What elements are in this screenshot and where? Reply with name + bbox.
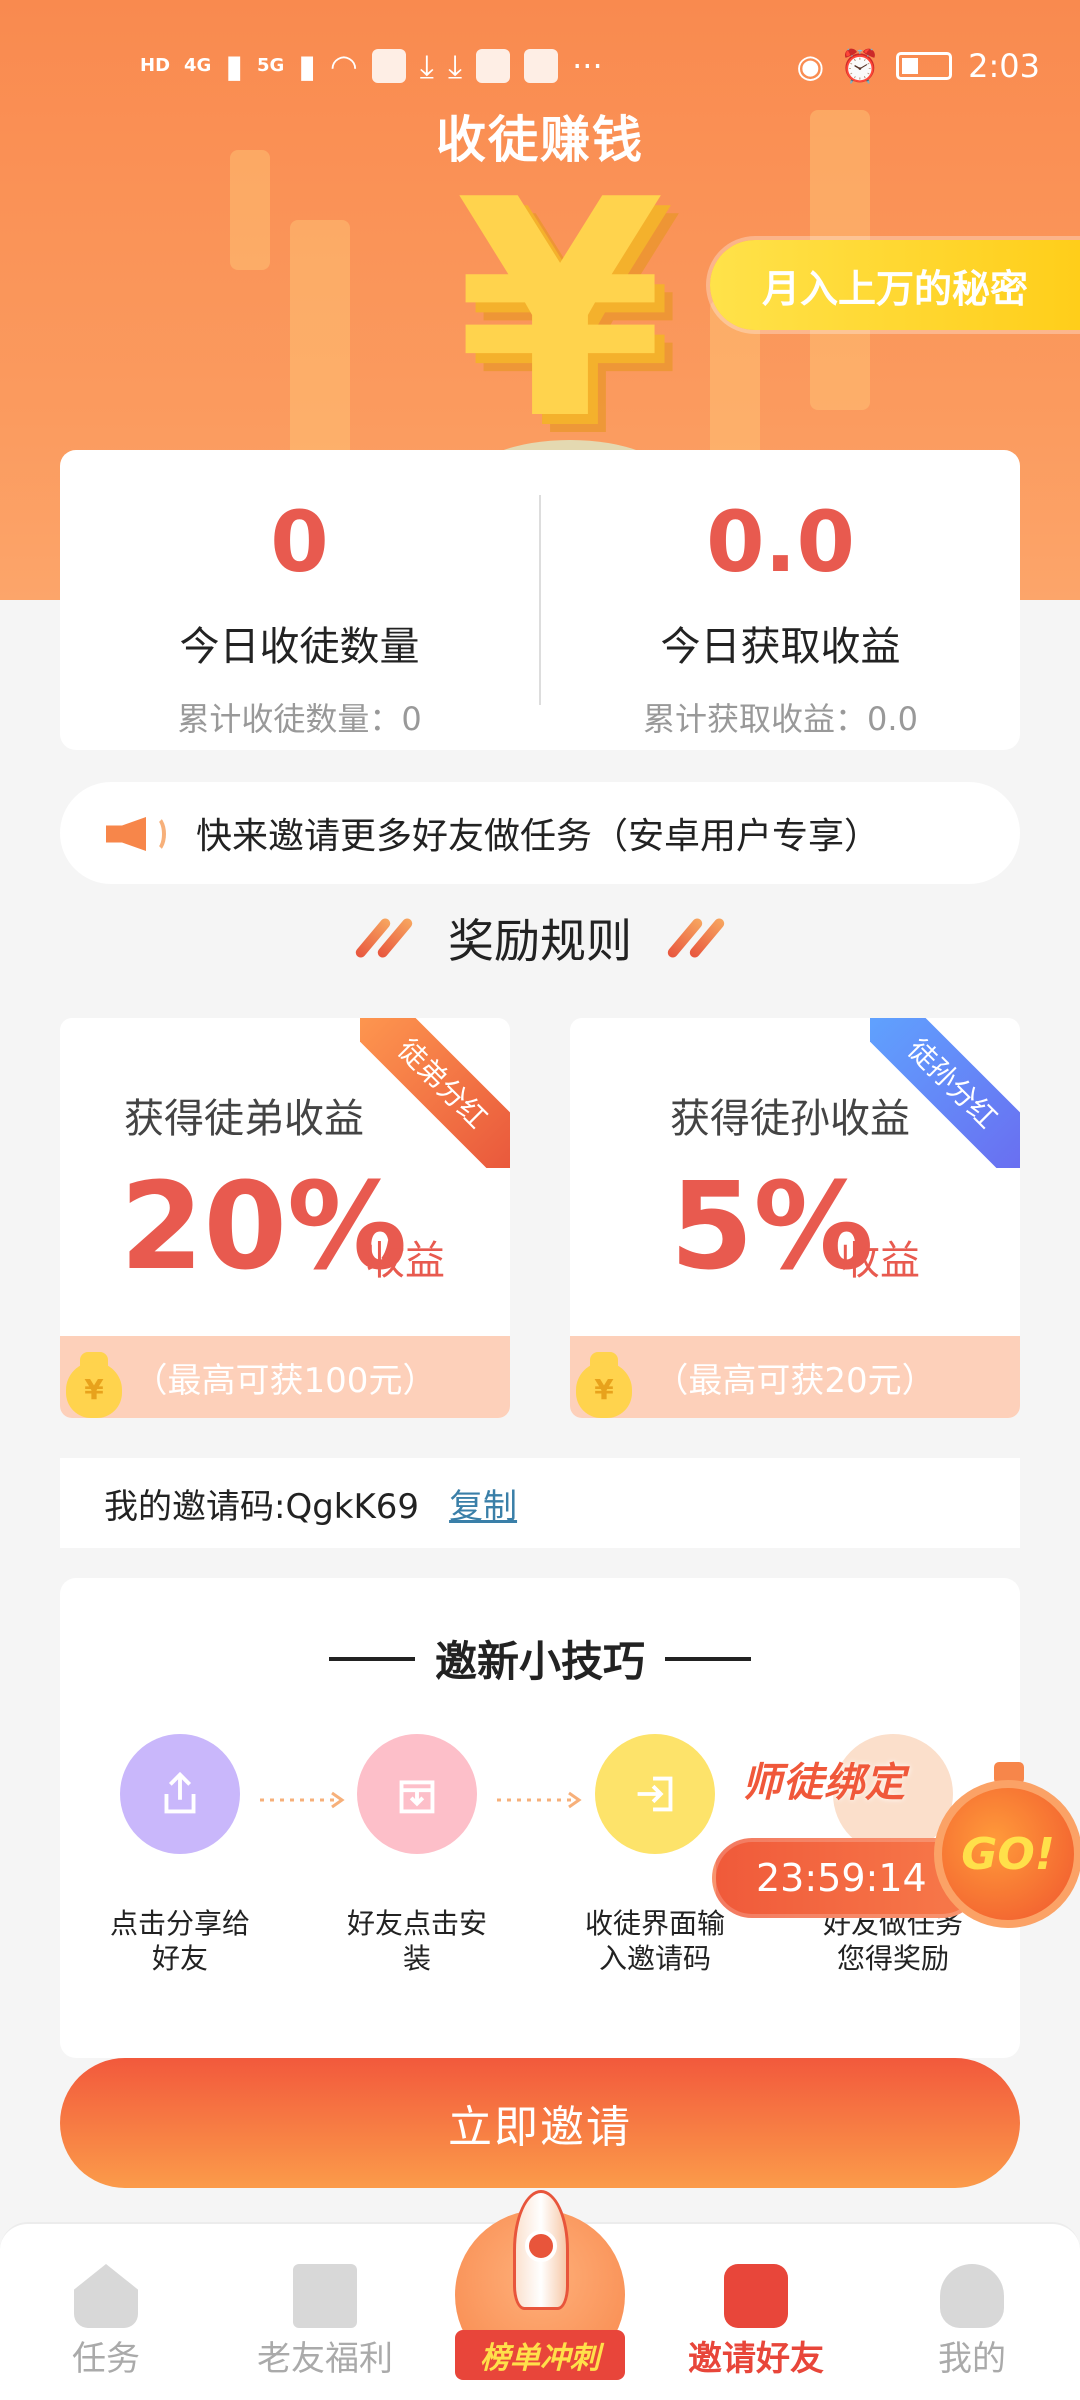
app-notification-icon bbox=[476, 49, 511, 83]
tip-label-line: 装 bbox=[402, 1942, 431, 1975]
earnings-stats: 0.0 今日获取收益 累计获取收益：0.0 bbox=[541, 450, 1020, 750]
tip-label-line: 好友点击安 bbox=[346, 1907, 487, 1940]
reward-footer: ¥ （最高可获20元） bbox=[570, 1336, 1020, 1418]
invite-code-text: 我的邀请码:QgkK69 bbox=[104, 1486, 420, 1527]
yen-symbol-illustration: ¥ bbox=[455, 135, 665, 485]
app-notification-icon bbox=[524, 49, 559, 83]
tips-heading: 邀新小技巧 bbox=[60, 1628, 1020, 1689]
total-earnings: 累计获取收益：0.0 bbox=[643, 700, 918, 738]
status-time: 2:03 bbox=[968, 47, 1040, 85]
tip-step: 好友点击安 装 bbox=[317, 1734, 517, 1976]
signal-icon: ▮ bbox=[298, 47, 316, 85]
total-apprentices: 累计收徒数量：0 bbox=[177, 700, 422, 738]
status-bar: HD 4G ▮ 5G ▮ ◠ ⤓ ⤓ ··· ◉ ⏰ 2:03 bbox=[0, 36, 1080, 96]
slash-decor-icon bbox=[662, 916, 730, 960]
apprentice-stats: 0 今日收徒数量 累计收徒数量：0 bbox=[60, 450, 539, 750]
more-notifications: ··· bbox=[572, 47, 603, 85]
network-5g: 5G bbox=[256, 55, 285, 76]
rules-heading: 奖励规则 bbox=[0, 905, 1080, 971]
signal-icon: ▮ bbox=[225, 47, 243, 85]
reward-unit: 收益 bbox=[840, 1238, 920, 1284]
reward-footer: ¥ （最高可获100元） bbox=[60, 1336, 510, 1418]
ranking-sprint-label: 榜单冲刺 bbox=[455, 2330, 625, 2380]
rocket-window bbox=[525, 2230, 557, 2262]
download-icon: ⤓ bbox=[419, 46, 434, 85]
slash-decor-icon bbox=[350, 916, 418, 960]
envelope-heart-icon bbox=[724, 2264, 788, 2328]
alarm-icon: ⏰ bbox=[840, 47, 881, 85]
install-icon bbox=[357, 1734, 477, 1854]
tip-label: 点击分享给 好友 bbox=[80, 1906, 280, 1976]
wifi-icon: ◠ bbox=[329, 47, 358, 85]
eye-icon: ◉ bbox=[796, 47, 825, 85]
nav-label: 任务 bbox=[72, 2339, 140, 2379]
bind-master-tag: 师徒绑定 bbox=[742, 1760, 906, 1806]
moneybag-icon: ¥ bbox=[576, 1348, 636, 1418]
heading-line bbox=[665, 1656, 751, 1661]
hd-indicator: HD bbox=[140, 55, 171, 76]
copy-button[interactable]: 复制 bbox=[449, 1479, 517, 1528]
reward-title: 获得徒弟收益 bbox=[124, 1096, 364, 1142]
user-icon bbox=[940, 2264, 1004, 2328]
page-title: 收徒赚钱 bbox=[436, 111, 644, 169]
nav-item-tasks[interactable]: 任务 bbox=[6, 2224, 206, 2400]
nav-item-me[interactable]: 我的 bbox=[872, 2224, 1072, 2400]
secret-button[interactable]: 月入上万的秘密 bbox=[710, 240, 1080, 330]
notice-banner: 快来邀请更多好友做任务（安卓用户专享） bbox=[60, 782, 1020, 884]
heading-line bbox=[328, 1656, 415, 1661]
tip-label-line: 点击分享给 bbox=[109, 1907, 250, 1940]
app-notification-icon bbox=[371, 49, 406, 83]
tips-title: 邀新小技巧 bbox=[434, 1637, 645, 1686]
gift-icon bbox=[293, 2264, 357, 2328]
corner-ribbon: 徒弟分红 bbox=[360, 1018, 510, 1168]
rules-title: 奖励规则 bbox=[448, 914, 632, 968]
nav-label: 老友福利 bbox=[257, 2339, 393, 2379]
invite-code-row: 我的邀请码:QgkK69 复制 bbox=[60, 1458, 1020, 1548]
status-left: HD 4G ▮ 5G ▮ ◠ ⤓ ⤓ ··· bbox=[140, 36, 603, 96]
today-apprentices-label: 今日收徒数量 bbox=[179, 624, 420, 670]
moneybag-icon: ¥ bbox=[66, 1348, 126, 1418]
reward-max: （最高可获100元） bbox=[133, 1360, 437, 1401]
reward-card-grand-apprentice: 徒孙分红 获得徒孙收益 5% 收益 ¥ （最高可获20元） bbox=[570, 1018, 1020, 1418]
notice-text: 快来邀请更多好友做任务（安卓用户专享） bbox=[196, 816, 881, 857]
share-icon bbox=[120, 1734, 240, 1854]
today-earnings-value: 0.0 bbox=[706, 493, 855, 591]
stats-card: 0 今日收徒数量 累计收徒数量：0 0.0 今日获取收益 累计获取收益：0.0 bbox=[60, 450, 1020, 750]
reward-title: 获得徒孙收益 bbox=[670, 1096, 910, 1142]
today-apprentices-value: 0 bbox=[270, 493, 329, 591]
network-4g: 4G bbox=[184, 55, 212, 76]
battery-icon bbox=[896, 52, 953, 80]
reward-max: （最高可获20元） bbox=[654, 1360, 936, 1401]
speaker-icon bbox=[100, 803, 166, 863]
nav-item-invite-friends[interactable]: 邀请好友 bbox=[656, 2224, 856, 2400]
home-icon bbox=[74, 2264, 138, 2328]
go-button[interactable]: GO! bbox=[934, 1780, 1080, 1928]
tip-label-line: 好友 bbox=[151, 1942, 208, 1975]
status-right: ◉ ⏰ 2:03 bbox=[796, 36, 1040, 96]
reward-unit: 收益 bbox=[365, 1238, 445, 1284]
bind-master-floating-widget[interactable]: 师徒绑定 23:59:14 GO! bbox=[712, 1750, 1080, 1950]
nav-item-friend-benefits[interactable]: 老友福利 bbox=[225, 2224, 425, 2400]
nav-label: 邀请好友 bbox=[688, 2339, 824, 2379]
reward-card-apprentice: 徒弟分红 获得徒弟收益 20% 收益 ¥ （最高可获100元） bbox=[60, 1018, 510, 1418]
enter-code-icon bbox=[595, 1734, 715, 1854]
nav-item-ranking-sprint[interactable]: 榜单冲刺 bbox=[445, 2190, 635, 2400]
tip-step: 点击分享给 好友 bbox=[80, 1734, 280, 1976]
nav-label: 我的 bbox=[938, 2339, 1006, 2379]
invite-now-button[interactable]: 立即邀请 bbox=[60, 2058, 1020, 2188]
ribbon-label: 徒弟分红 bbox=[360, 1018, 510, 1168]
tip-label: 好友点击安 装 bbox=[317, 1906, 517, 1976]
today-earnings-label: 今日获取收益 bbox=[660, 624, 901, 670]
download-icon: ⤓ bbox=[447, 46, 463, 85]
